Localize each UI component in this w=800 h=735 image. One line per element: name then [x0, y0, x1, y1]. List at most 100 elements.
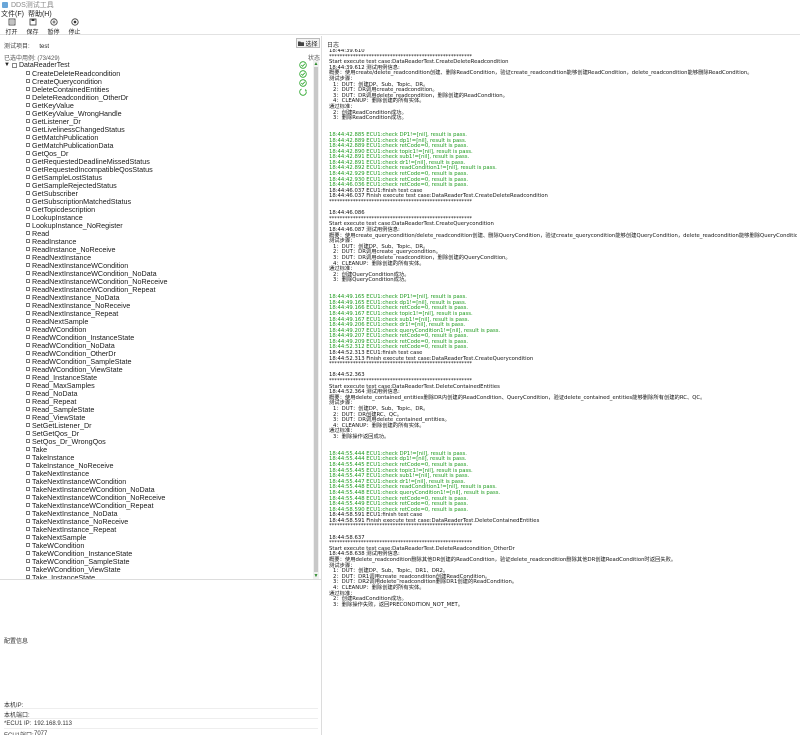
- log-output[interactable]: 18:44:39.610 ****************************…: [329, 49, 797, 735]
- tree-item-checkbox[interactable]: [26, 343, 30, 347]
- tree-item-checkbox[interactable]: [26, 375, 30, 379]
- tree-item-checkbox[interactable]: [26, 287, 30, 291]
- tree-scrollbar[interactable]: ▲ ▼: [313, 61, 319, 579]
- tree-item-checkbox[interactable]: [26, 559, 30, 563]
- app-icon: [2, 1, 8, 8]
- tree-item-checkbox[interactable]: [26, 303, 30, 307]
- tree-item-checkbox[interactable]: [26, 511, 30, 515]
- expand-arrow-icon[interactable]: ▼: [4, 62, 10, 68]
- tree-item-checkbox[interactable]: [26, 335, 30, 339]
- tree-item-checkbox[interactable]: [26, 207, 30, 211]
- tree-item-checkbox[interactable]: [26, 319, 30, 323]
- tree-item-checkbox[interactable]: [26, 191, 30, 195]
- open-label: 打开: [5, 30, 18, 36]
- tree-item-checkbox[interactable]: [26, 447, 30, 451]
- pause-label: 暂停: [47, 30, 60, 36]
- save-button[interactable]: 保存: [22, 18, 43, 36]
- tree-item-checkbox[interactable]: [26, 87, 30, 91]
- tree-item-checkbox[interactable]: [26, 95, 30, 99]
- tree-item-checkbox[interactable]: [26, 127, 30, 131]
- scrollbar-thumb[interactable]: [314, 67, 318, 572]
- tree-item-checkbox[interactable]: [26, 551, 30, 555]
- tree-item-checkbox[interactable]: [26, 471, 30, 475]
- tree-item-checkbox[interactable]: [26, 79, 30, 83]
- tree-item-checkbox[interactable]: [26, 407, 30, 411]
- config-value-field[interactable]: 192.168.9.113: [34, 721, 72, 727]
- tree-item-checkbox[interactable]: [26, 255, 30, 259]
- tree-item-checkbox[interactable]: [26, 439, 30, 443]
- config-row: ECU1端口:7077: [4, 730, 318, 735]
- config-row: *ECU1 IP: 192.168.9.113: [4, 720, 318, 729]
- tree-item-checkbox[interactable]: [26, 415, 30, 419]
- tree-item-checkbox[interactable]: [26, 567, 30, 571]
- tree-item-checkbox[interactable]: [26, 199, 30, 203]
- tree-item-checkbox[interactable]: [26, 527, 30, 531]
- menu-help[interactable]: 帮助(H): [28, 9, 52, 19]
- pause-button[interactable]: 暂停: [43, 18, 64, 36]
- tree-item-checkbox[interactable]: [26, 367, 30, 371]
- tree-item-checkbox[interactable]: [26, 311, 30, 315]
- tree-item-checkbox[interactable]: [26, 543, 30, 547]
- log-line: 概要：使用create/delete_readcondition创建、删除Rea…: [329, 70, 753, 77]
- tree-item-checkbox[interactable]: [26, 175, 30, 179]
- stop-button[interactable]: 停止: [64, 18, 85, 36]
- menu-file[interactable]: 文件(F): [1, 9, 24, 19]
- tree-item-checkbox[interactable]: [26, 103, 30, 107]
- tree-item-checkbox[interactable]: [26, 295, 30, 299]
- tree-item-checkbox[interactable]: [26, 247, 30, 251]
- tree-item-checkbox[interactable]: [26, 271, 30, 275]
- tree-item-checkbox[interactable]: [26, 423, 30, 427]
- log-title: 日志: [327, 43, 340, 49]
- config-row: 本机IP:: [4, 700, 318, 709]
- test-case-tree[interactable]: ▼ DataReaderTest CreateDeleteReadconditi…: [0, 61, 312, 579]
- tree-item-checkbox[interactable]: [26, 151, 30, 155]
- tree-item-checkbox[interactable]: [26, 263, 30, 267]
- tree-item-checkbox[interactable]: [26, 135, 30, 139]
- config-row: 本机端口:: [4, 710, 318, 719]
- log-panel: 日志 18:44:39.610 *************************…: [323, 36, 800, 735]
- tree-item-checkbox[interactable]: [26, 223, 30, 227]
- tree-item-checkbox[interactable]: [26, 359, 30, 363]
- stop-label: 停止: [68, 30, 81, 36]
- tree-item-checkbox[interactable]: [26, 279, 30, 283]
- config-value-field[interactable]: 7077: [34, 731, 47, 735]
- tree-item-checkbox[interactable]: [26, 143, 30, 147]
- config-title: 配置信息: [4, 639, 29, 645]
- tree-item-checkbox[interactable]: [26, 455, 30, 459]
- project-row: 测试项目: test: [4, 41, 49, 50]
- tree-item-checkbox[interactable]: [26, 495, 30, 499]
- tree-item-checkbox[interactable]: [26, 383, 30, 387]
- tree-item-checkbox[interactable]: [26, 71, 30, 75]
- config-key: 本机端口:: [4, 712, 30, 719]
- save-icon: [29, 18, 36, 26]
- tree-item-checkbox[interactable]: [26, 535, 30, 539]
- tree-item-checkbox[interactable]: [26, 167, 30, 171]
- log-line: 3：删除操作失败，返回PRECONDITION_NOT_MET。: [333, 601, 464, 608]
- tree-item-checkbox[interactable]: [26, 231, 30, 235]
- tree-item-checkbox[interactable]: [26, 391, 30, 395]
- pause-icon: [49, 18, 58, 26]
- running-status-icon: [299, 88, 307, 96]
- tree-item-checkbox[interactable]: [26, 119, 30, 123]
- tree-item-checkbox[interactable]: [26, 487, 30, 491]
- tree-item-checkbox[interactable]: [26, 351, 30, 355]
- tree-item-checkbox[interactable]: [26, 399, 30, 403]
- tree-item-checkbox[interactable]: [26, 239, 30, 243]
- stop-icon: [70, 18, 79, 26]
- tree-item-checkbox[interactable]: [26, 519, 30, 523]
- select-button[interactable]: 选择: [296, 38, 320, 48]
- tree-item-checkbox[interactable]: [26, 327, 30, 331]
- tree-item-checkbox[interactable]: [26, 431, 30, 435]
- title-bar: DDS测试工具: [0, 0, 800, 9]
- tree-item-checkbox[interactable]: [26, 159, 30, 163]
- tree-item-checkbox[interactable]: [26, 215, 30, 219]
- open-icon: [8, 18, 15, 26]
- tree-item-checkbox[interactable]: [26, 183, 30, 187]
- tree-item-checkbox[interactable]: [26, 479, 30, 483]
- tree-item-checkbox[interactable]: [26, 111, 30, 115]
- root-checkbox[interactable]: [11, 62, 17, 68]
- tree-item-checkbox[interactable]: [26, 463, 30, 467]
- config-panel: 配置信息 本机IP: 本机端口:*ECU1 IP:192.168.9.113ECU…: [0, 579, 322, 735]
- open-button[interactable]: 打开: [1, 18, 22, 36]
- tree-item-checkbox[interactable]: [26, 503, 30, 507]
